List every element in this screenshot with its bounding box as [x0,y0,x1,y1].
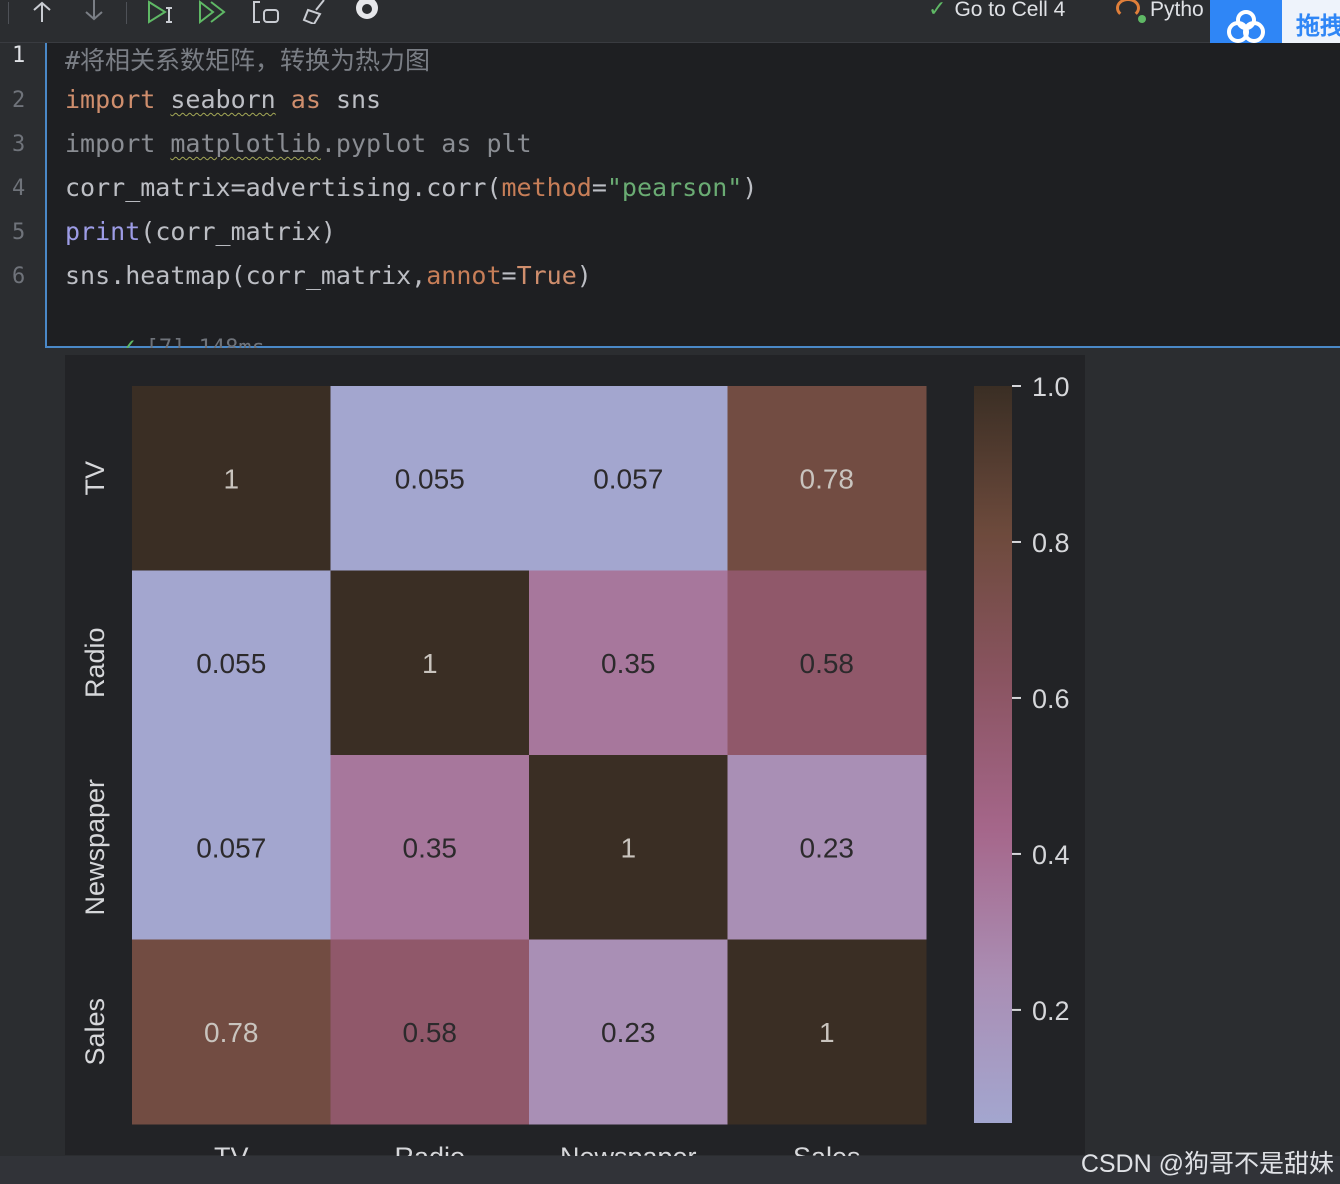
clear-outputs-icon[interactable] [300,0,330,26]
arrow-up-icon[interactable] [27,0,57,26]
run-cell-icon[interactable] [145,0,175,26]
baidu-drag-label: 拖拽 [1296,12,1340,40]
code-line-5[interactable]: print(corr_matrix) [65,217,336,246]
toolbar-divider [8,2,9,24]
github-icon[interactable] [352,0,382,26]
code-line-3[interactable]: import matplotlib.pyplot as plt [65,129,532,158]
toolbar-divider [126,2,127,24]
plot-figure [65,355,1085,1155]
code-line-2[interactable]: import seaborn as sns [65,85,381,114]
add-cell-icon[interactable] [250,0,280,26]
line-number-gutter: 1 2 3 4 5 6 [0,43,46,347]
kernel-status-icon [1116,0,1146,23]
code-line-6[interactable]: sns.heatmap(corr_matrix,annot=True) [65,261,592,290]
code-line-1[interactable]: #将相关系数矩阵，转换为热力图 [65,41,430,77]
go-to-cell-button[interactable]: ✓ Go to Cell 4 [928,0,1065,22]
checkmark-icon: ✓ [928,0,947,21]
csdn-watermark: CSDN @狗哥不是甜妹 [1080,1150,1334,1178]
kernel-selector[interactable]: Pytho [1116,0,1204,23]
comment-text: #将相关系数矩阵，转换为热力图 [65,46,431,75]
go-to-cell-label: Go to Cell 4 [954,0,1066,21]
run-all-icon[interactable] [197,0,227,26]
code-cell[interactable]: #将相关系数矩阵，转换为热力图 import seaborn as sns im… [45,41,1340,362]
arrow-down-icon[interactable] [79,0,109,26]
kernel-label: Pytho [1150,0,1204,21]
code-line-4[interactable]: corr_matrix=advertising.corr(method="pea… [65,173,757,202]
notebook-toolbar: ✓ Go to Cell 4 Pytho [0,0,1340,43]
